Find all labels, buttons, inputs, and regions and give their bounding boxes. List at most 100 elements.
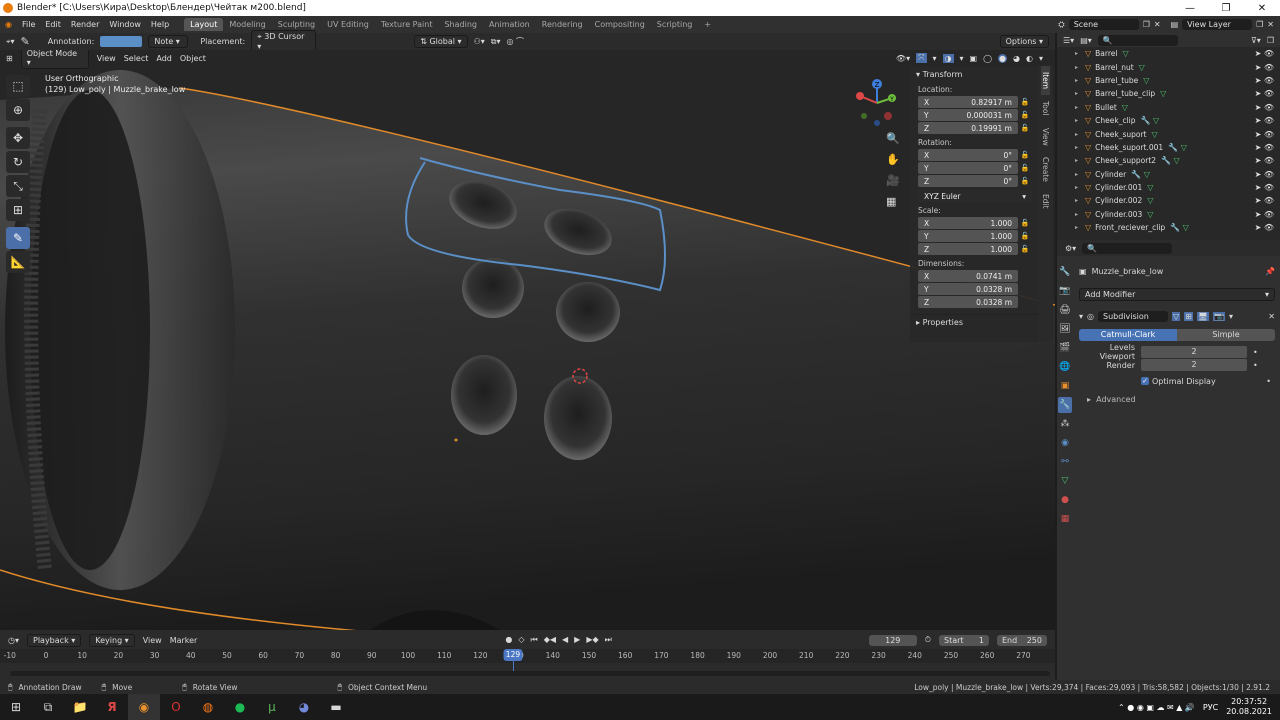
view-layer-tab-icon[interactable]: 🖼 — [1058, 321, 1072, 337]
rotation-mode-dropdown[interactable]: XYZ Euler ▾ — [918, 190, 1032, 202]
lock-icon[interactable]: 🔓 — [1018, 151, 1032, 159]
menu-edit[interactable]: Edit — [40, 20, 66, 29]
menu-render[interactable]: Render — [66, 20, 104, 29]
wireframe-shading-icon[interactable]: ◯ — [983, 54, 992, 63]
scale-z[interactable]: Z 1.000 🔓 — [918, 243, 1032, 255]
filter-icon[interactable]: ⊽▾ — [1251, 36, 1261, 45]
tab-view[interactable]: View — [1041, 122, 1050, 152]
visibility-eye-icon[interactable]: ➤ 👁 — [1255, 49, 1274, 58]
scene-field[interactable]: Scene — [1068, 19, 1139, 30]
file-explorer-icon[interactable]: 📁 — [64, 694, 96, 720]
camera-view-icon[interactable]: 🎥 — [886, 174, 900, 187]
options-dropdown[interactable]: Options ▾ — [999, 35, 1049, 48]
expand-arrow-icon[interactable]: ▸ — [1075, 104, 1078, 111]
modifier-name-field[interactable]: Subdivision — [1098, 310, 1168, 322]
texture-tab-icon[interactable]: ▦ — [1058, 511, 1072, 527]
shading-options-icon[interactable]: ▾ — [1039, 54, 1043, 63]
properties-search-input[interactable]: 🔍 — [1082, 242, 1173, 254]
rotation-y[interactable]: Y 0° 🔓 — [918, 162, 1032, 174]
tab-animation[interactable]: Animation — [483, 18, 536, 31]
object-tab-icon[interactable]: ▣ — [1058, 378, 1072, 394]
visibility-eye-icon[interactable]: ➤ 👁 — [1255, 196, 1274, 205]
maximize-button[interactable]: ❐ — [1208, 3, 1244, 14]
clock-icon[interactable]: ⏱ — [925, 635, 931, 645]
jump-start-icon[interactable]: ⏮ — [530, 635, 537, 645]
visibility-eye-icon[interactable]: ➤ 👁 — [1255, 130, 1274, 139]
outliner-item[interactable]: ▸ ▽ Cylinder.001 ▽ ➤ 👁 — [1057, 181, 1280, 194]
collapse-icon[interactable]: ▾ — [1079, 312, 1083, 321]
modifier-menu-icon[interactable]: ▾ — [1229, 312, 1233, 321]
tab-compositing[interactable]: Compositing — [589, 18, 651, 31]
outliner-editor-icon[interactable]: ☰▾ — [1063, 36, 1074, 45]
rendered-shading-icon[interactable]: ◐ — [1026, 54, 1033, 63]
visibility-eye-icon[interactable]: ➤ 👁 — [1255, 183, 1274, 192]
ortho-toggle-grid-icon[interactable]: ▦ — [886, 195, 900, 208]
current-frame-field[interactable]: 129 — [868, 634, 917, 646]
end-frame-field[interactable]: End 250 — [997, 634, 1047, 646]
tab-tool[interactable]: Tool — [1041, 95, 1050, 122]
visibility-eye-icon[interactable]: ➤ 👁 — [1255, 143, 1274, 152]
outliner-item[interactable]: ▸ ▽ Barrel_nut ▽ ➤ 👁 — [1057, 60, 1280, 73]
visibility-eye-icon[interactable]: ➤ 👁 — [1255, 63, 1274, 72]
lock-icon[interactable]: 🔓 — [1018, 232, 1032, 240]
pin-icon[interactable]: 📌 — [1265, 267, 1275, 276]
yandex-browser-icon[interactable]: Я — [96, 694, 128, 720]
outliner-item[interactable]: ▸ ▽ Bullet ▽ ➤ 👁 — [1057, 101, 1280, 114]
tab-texture-paint[interactable]: Texture Paint — [375, 18, 439, 31]
cursor-tool-icon[interactable]: ⊕ — [6, 99, 30, 121]
view-layer-field[interactable]: View Layer — [1182, 19, 1253, 30]
viewport-toggle-icon[interactable]: 🖥 — [1196, 311, 1210, 321]
scale-y[interactable]: Y 1.000 🔓 — [918, 230, 1032, 242]
playback-menu[interactable]: Playback ▾ — [27, 633, 82, 647]
gizmo-toggle-icon[interactable]: ⤧ — [916, 53, 927, 63]
dimensions-x[interactable]: X 0.0741 m — [918, 270, 1032, 282]
scene-tab-icon[interactable]: 🎬 — [1058, 340, 1072, 356]
keyframe-dot-icon[interactable]: • — [1253, 348, 1258, 357]
pivot-icon[interactable]: ⚇▾ — [474, 37, 485, 46]
visibility-icon[interactable]: 👁▾ — [896, 54, 910, 63]
tool-tab-icon[interactable]: 🔧 — [1058, 264, 1072, 280]
measure-tool-icon[interactable]: 📐 — [6, 251, 30, 273]
start-icon[interactable]: ⊞ — [0, 694, 32, 720]
3d-viewport[interactable]: ⊞ Object Mode ▾ View Select Add Object 👁… — [0, 50, 1055, 630]
delete-view-layer-icon[interactable]: ✕ — [1267, 20, 1274, 29]
navigation-gizmo[interactable]: Z Y — [852, 78, 902, 128]
properties-panel-header[interactable]: ▸ Properties — [910, 314, 1038, 330]
outliner-item[interactable]: ▸ ▽ Cylinder.003 ▽ ➤ 👁 — [1057, 208, 1280, 221]
material-shading-icon[interactable]: ◕ — [1013, 54, 1020, 63]
spotify-icon[interactable]: ● — [224, 694, 256, 720]
edit-mode-toggle-icon[interactable]: ▽ — [1172, 311, 1181, 321]
pan-hand-icon[interactable]: ✋ — [886, 153, 900, 166]
next-keyframe-icon[interactable]: ▶◆ — [586, 635, 598, 645]
keyframe-dot-icon[interactable]: • — [1253, 361, 1258, 370]
visibility-eye-icon[interactable]: ➤ 👁 — [1255, 116, 1274, 125]
new-collection-icon[interactable]: ❐ — [1267, 36, 1274, 45]
location-z[interactable]: Z 0.19991 m 🔓 — [918, 122, 1032, 134]
particles-tab-icon[interactable]: ⁂ — [1058, 416, 1072, 432]
add-modifier-dropdown[interactable]: Add Modifier ▾ — [1079, 288, 1275, 301]
annotate-tool-icon[interactable]: ✎ — [6, 227, 30, 249]
transform-panel-header[interactable]: ▾ Transform — [910, 66, 1038, 82]
expand-arrow-icon[interactable]: ▸ — [1075, 157, 1078, 164]
discord-icon[interactable]: ◕ — [288, 694, 320, 720]
play-reverse-icon[interactable]: ◀ — [562, 635, 568, 645]
tab-create[interactable]: Create — [1041, 151, 1050, 188]
gizmo-neg-x-axis[interactable] — [884, 112, 892, 120]
timeline-editor-icon[interactable]: ◷▾ — [8, 636, 19, 645]
outliner-item[interactable]: ▸ ▽ Cheek_suport ▽ ➤ 👁 — [1057, 127, 1280, 140]
annotate-tool-icon[interactable]: ✎ — [21, 35, 30, 48]
new-view-layer-icon[interactable]: ❐ — [1256, 20, 1263, 29]
lock-icon[interactable]: 🔓 — [1018, 245, 1032, 253]
blender-taskbar-icon[interactable]: ◉ — [128, 694, 160, 720]
keying-menu[interactable]: Keying ▾ — [89, 633, 135, 647]
expand-arrow-icon[interactable]: ▸ — [1075, 211, 1078, 218]
levels-viewport-field[interactable]: 2 — [1141, 346, 1247, 358]
timeline-view-menu[interactable]: View — [143, 636, 162, 645]
utorrent-icon[interactable]: µ — [256, 694, 288, 720]
lock-icon[interactable]: 🔓 — [1018, 124, 1032, 132]
simple-button[interactable]: Simple — [1177, 329, 1275, 341]
blender-menu-icon[interactable]: ◉ — [0, 20, 17, 29]
orientation-dropdown[interactable]: ⇅ Global ▾ — [414, 35, 468, 48]
keyframe-icon[interactable]: ◇ — [518, 635, 524, 645]
new-scene-icon[interactable]: ❐ — [1143, 20, 1150, 29]
